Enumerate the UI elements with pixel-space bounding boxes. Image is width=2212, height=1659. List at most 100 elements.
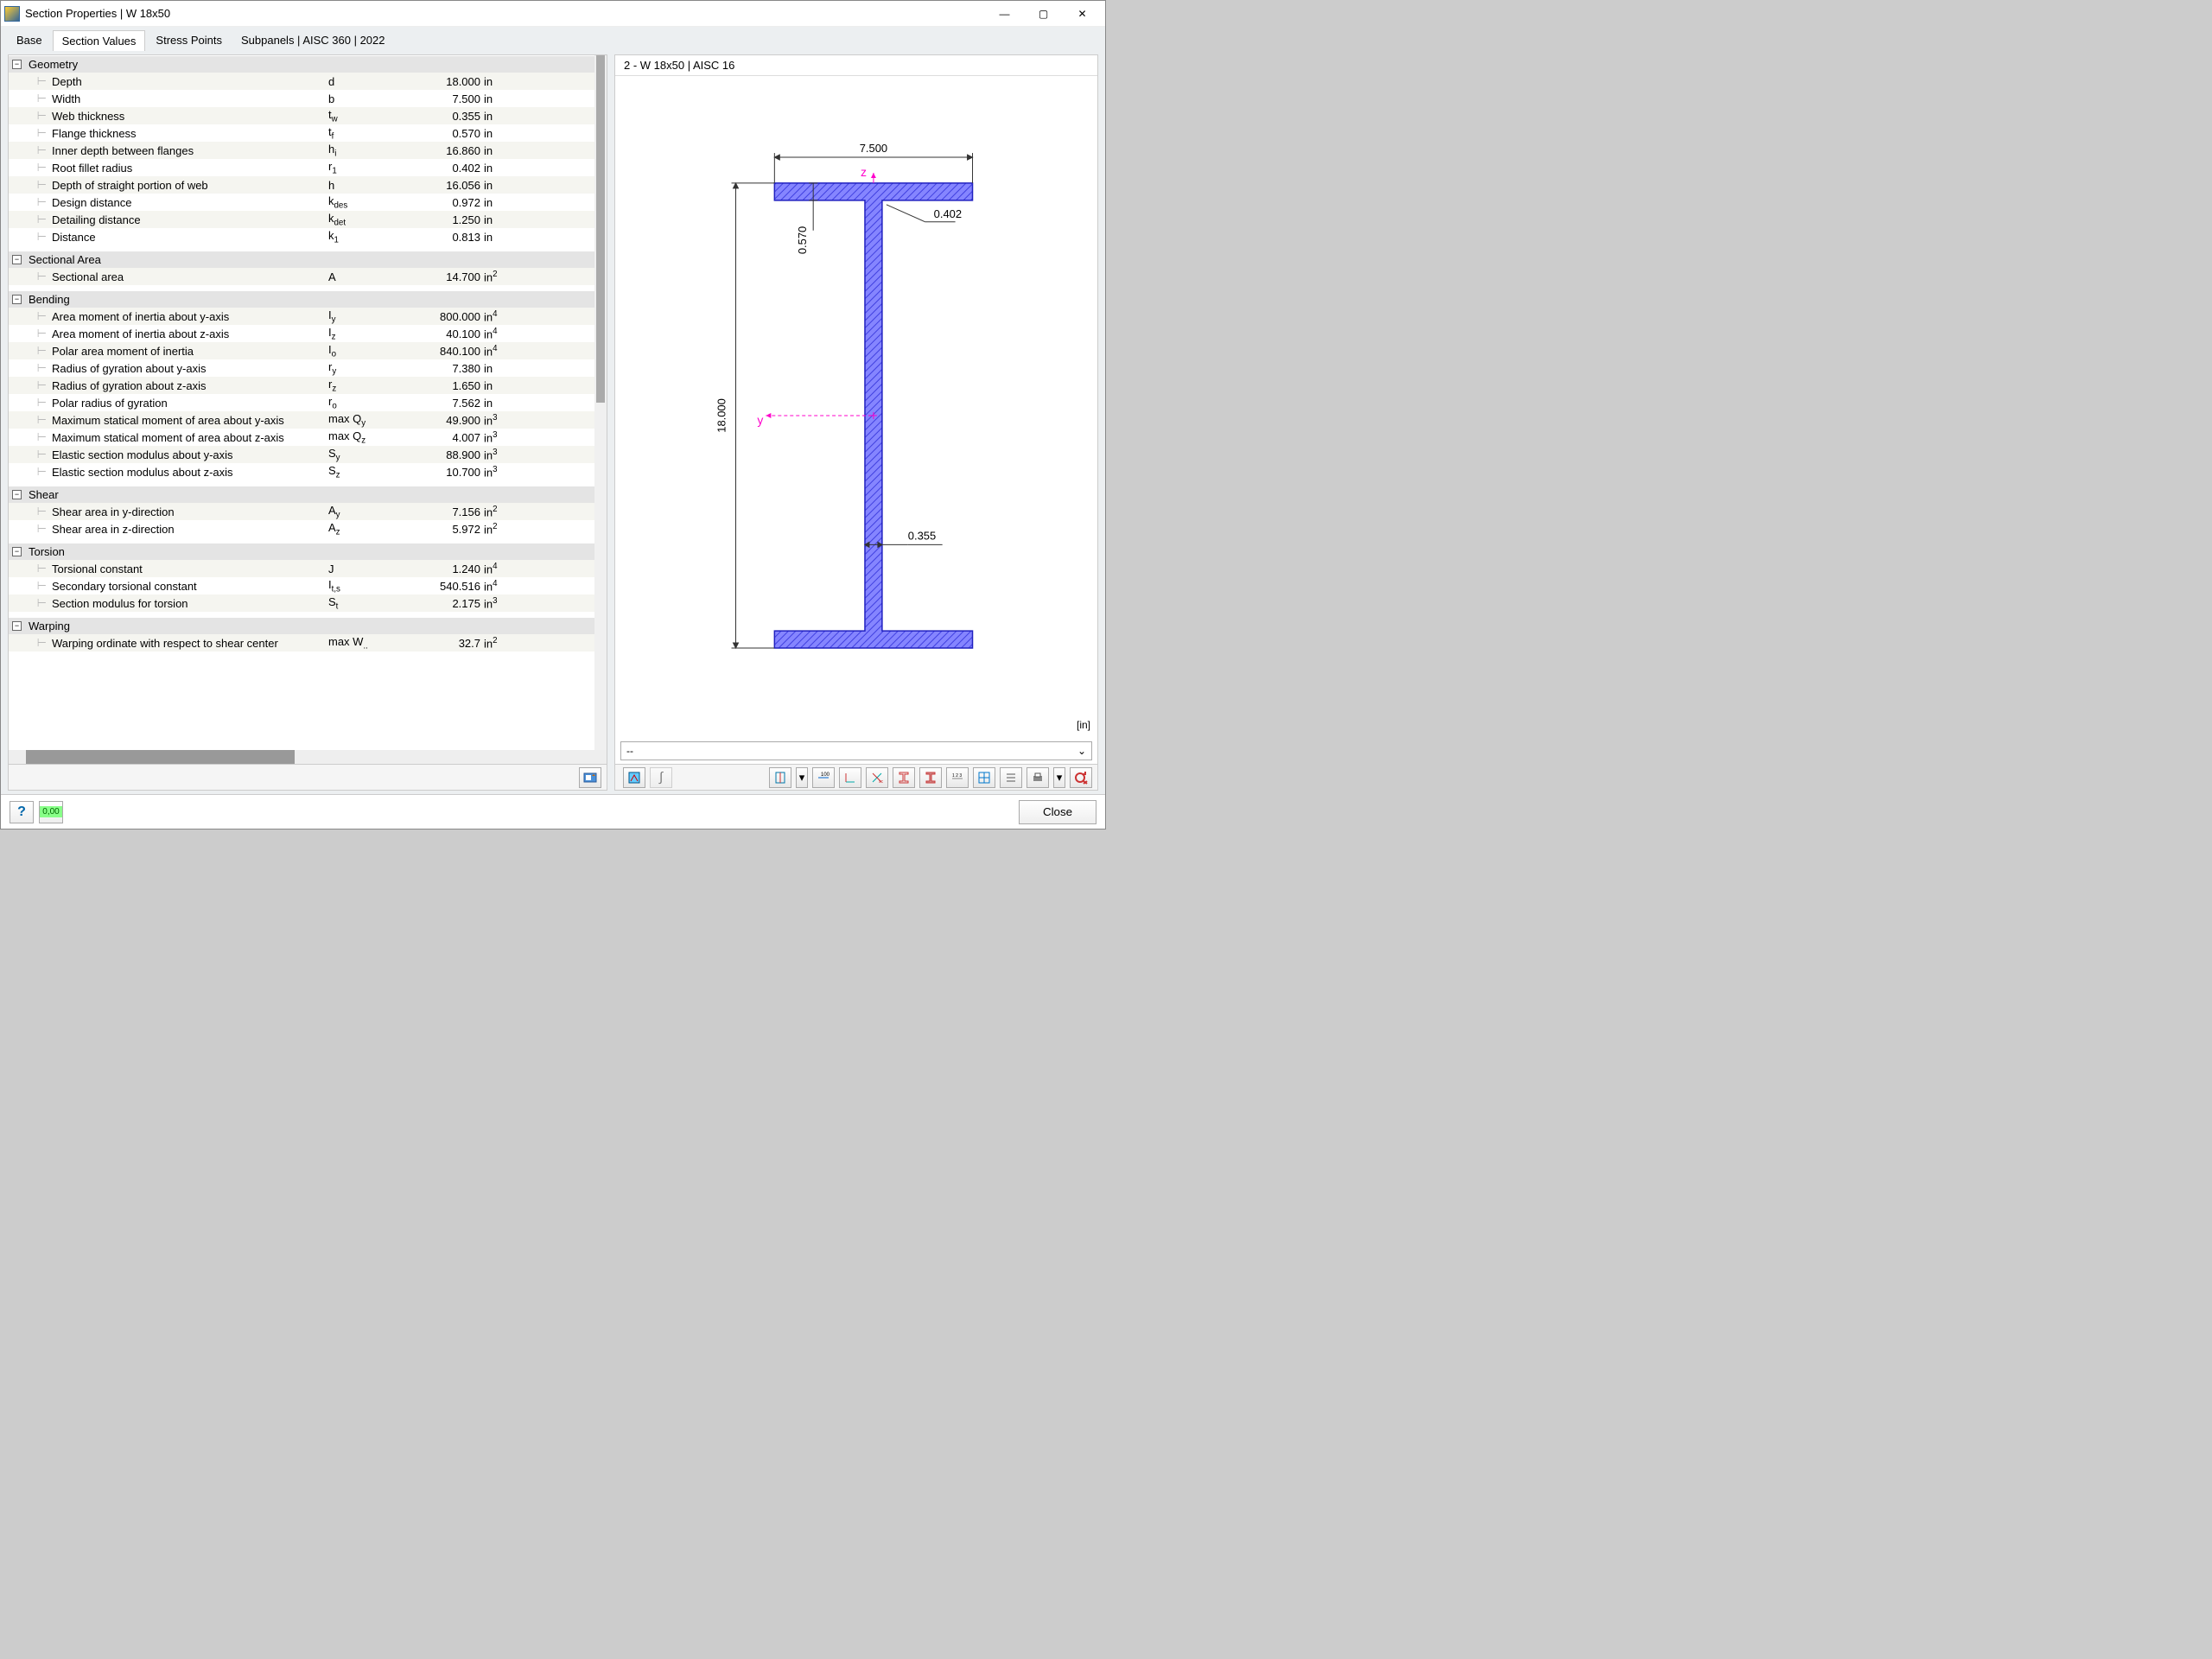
property-row[interactable]: ⊢Warping ordinate with respect to shear … — [9, 634, 607, 652]
property-row[interactable]: ⊢Radius of gyration about y-axisry7.380i… — [9, 359, 607, 377]
property-row[interactable]: ⊢Flange thicknesstf0.570in — [9, 124, 607, 142]
minimize-button[interactable]: — — [985, 2, 1024, 26]
window-close-button[interactable]: ✕ — [1063, 2, 1102, 26]
maximize-button[interactable]: ▢ — [1024, 2, 1063, 26]
reset-button[interactable] — [1070, 767, 1092, 788]
section-header[interactable]: −Shear — [9, 486, 607, 503]
property-row[interactable]: ⊢Depth of straight portion of webh16.056… — [9, 176, 607, 194]
property-name: Torsional constant — [52, 563, 328, 575]
property-row[interactable]: ⊢Area moment of inertia about y-axisIy80… — [9, 308, 607, 325]
property-unit: in2 — [484, 522, 518, 536]
property-row[interactable]: ⊢Design distancekdes0.972in — [9, 194, 607, 211]
integral-button[interactable]: ∫ — [650, 767, 672, 788]
property-unit: in — [484, 144, 518, 157]
view-dropdown-button[interactable]: ▾ — [796, 767, 808, 788]
collapse-icon[interactable]: − — [12, 295, 22, 304]
preview-title: 2 - W 18x50 | AISC 16 — [615, 55, 1097, 76]
view-mode-button[interactable] — [769, 767, 791, 788]
unit-label: [in] — [1077, 719, 1090, 731]
property-row[interactable]: ⊢Shear area in z-directionAz5.972in2 — [9, 520, 607, 537]
section-outline-button[interactable] — [893, 767, 915, 788]
dimension-button[interactable]: 100 — [812, 767, 835, 788]
section-header[interactable]: −Bending — [9, 290, 607, 308]
property-symbol: tw — [328, 108, 397, 124]
property-row[interactable]: ⊢Widthb7.500in — [9, 90, 607, 107]
dim-depth: 18.000 — [715, 398, 728, 433]
collapse-icon[interactable]: − — [12, 60, 22, 69]
section-preview[interactable]: 7.500 18.000 — [615, 76, 1097, 738]
property-row[interactable]: ⊢Torsional constantJ1.240in4 — [9, 560, 607, 577]
principal-axes-button[interactable]: sc — [866, 767, 888, 788]
show-values-button[interactable] — [623, 767, 645, 788]
property-symbol: max W.. — [328, 635, 397, 652]
section-header[interactable]: −Warping — [9, 617, 607, 634]
svg-text:1 2 3: 1 2 3 — [952, 773, 962, 779]
horizontal-scrollbar[interactable] — [9, 750, 607, 764]
section-fill-button[interactable] — [919, 767, 942, 788]
result-dropdown[interactable]: --⌄ — [620, 741, 1092, 760]
tab-stress-points[interactable]: Stress Points — [147, 30, 231, 51]
property-row[interactable]: ⊢Shear area in y-directionAy7.156in2 — [9, 503, 607, 520]
vertical-scrollbar[interactable] — [594, 55, 607, 750]
property-row[interactable]: ⊢Radius of gyration about z-axisrz1.650i… — [9, 377, 607, 394]
property-unit: in4 — [484, 562, 518, 575]
property-row[interactable]: ⊢Inner depth between flangeshi16.860in — [9, 142, 607, 159]
collapse-icon[interactable]: − — [12, 621, 22, 631]
property-value: 4.007 — [397, 431, 484, 444]
property-symbol: k1 — [328, 229, 397, 245]
property-name: Polar radius of gyration — [52, 397, 328, 410]
section-title: Torsion — [29, 545, 65, 558]
property-name: Detailing distance — [52, 213, 328, 226]
property-row[interactable]: ⊢Maximum statical moment of area about z… — [9, 429, 607, 446]
property-row[interactable]: ⊢Web thicknesstw0.355in — [9, 107, 607, 124]
property-value: 7.562 — [397, 397, 484, 410]
tab-subpanels-aisc-360-2022[interactable]: Subpanels | AISC 360 | 2022 — [232, 30, 394, 51]
property-value: 16.056 — [397, 179, 484, 192]
help-button[interactable]: ? — [10, 801, 34, 823]
property-row[interactable]: ⊢Secondary torsional constantIt,s540.516… — [9, 577, 607, 594]
close-button[interactable]: Close — [1019, 800, 1096, 824]
property-value: 7.156 — [397, 505, 484, 518]
property-unit: in — [484, 397, 518, 410]
property-name: Shear area in z-direction — [52, 523, 328, 536]
tab-base[interactable]: Base — [8, 30, 51, 51]
grid-button[interactable] — [973, 767, 995, 788]
numbering-button[interactable]: 1 2 3 — [946, 767, 969, 788]
collapse-icon[interactable]: − — [12, 490, 22, 499]
property-row[interactable]: ⊢Maximum statical moment of area about y… — [9, 411, 607, 429]
property-row[interactable]: ⊢Area moment of inertia about z-axisIz40… — [9, 325, 607, 342]
property-value: 0.402 — [397, 162, 484, 175]
axes-button[interactable] — [839, 767, 861, 788]
property-row[interactable]: ⊢Detailing distancekdet1.250in — [9, 211, 607, 228]
property-row[interactable]: ⊢Polar area moment of inertiaIo840.100in… — [9, 342, 607, 359]
property-name: Polar area moment of inertia — [52, 345, 328, 358]
print-dropdown-button[interactable]: ▾ — [1053, 767, 1065, 788]
property-row[interactable]: ⊢Distancek10.813in — [9, 228, 607, 245]
print-button[interactable] — [1027, 767, 1049, 788]
section-header[interactable]: −Torsion — [9, 543, 607, 560]
section-title: Geometry — [29, 58, 78, 71]
collapse-icon[interactable]: − — [12, 255, 22, 264]
property-row[interactable]: ⊢Sectional areaA14.700in2 — [9, 268, 607, 285]
property-symbol: Sz — [328, 464, 397, 480]
properties-grid[interactable]: −Geometry⊢Depthd18.000in⊢Widthb7.500in⊢W… — [9, 55, 607, 750]
collapse-icon[interactable]: − — [12, 547, 22, 556]
section-header[interactable]: −Sectional Area — [9, 251, 607, 268]
property-value: 0.972 — [397, 196, 484, 209]
property-row[interactable]: ⊢Elastic section modulus about z-axisSz1… — [9, 463, 607, 480]
list-button[interactable] — [1000, 767, 1022, 788]
property-row[interactable]: ⊢Root fillet radiusr10.402in — [9, 159, 607, 176]
property-row[interactable]: ⊢Polar radius of gyrationro7.562in — [9, 394, 607, 411]
section-header[interactable]: −Geometry — [9, 55, 607, 73]
titlebar: Section Properties | W 18x50 — ▢ ✕ — [1, 1, 1105, 27]
property-row[interactable]: ⊢Section modulus for torsionSt2.175in3 — [9, 594, 607, 612]
export-button[interactable] — [579, 767, 601, 788]
tab-section-values[interactable]: Section Values — [53, 30, 146, 51]
property-unit: in — [484, 127, 518, 140]
units-button[interactable]: 0,00 — [39, 801, 63, 823]
property-symbol: kdes — [328, 194, 397, 211]
property-symbol: h — [328, 179, 397, 192]
property-row[interactable]: ⊢Depthd18.000in — [9, 73, 607, 90]
property-name: Warping ordinate with respect to shear c… — [52, 637, 328, 650]
property-row[interactable]: ⊢Elastic section modulus about y-axisSy8… — [9, 446, 607, 463]
